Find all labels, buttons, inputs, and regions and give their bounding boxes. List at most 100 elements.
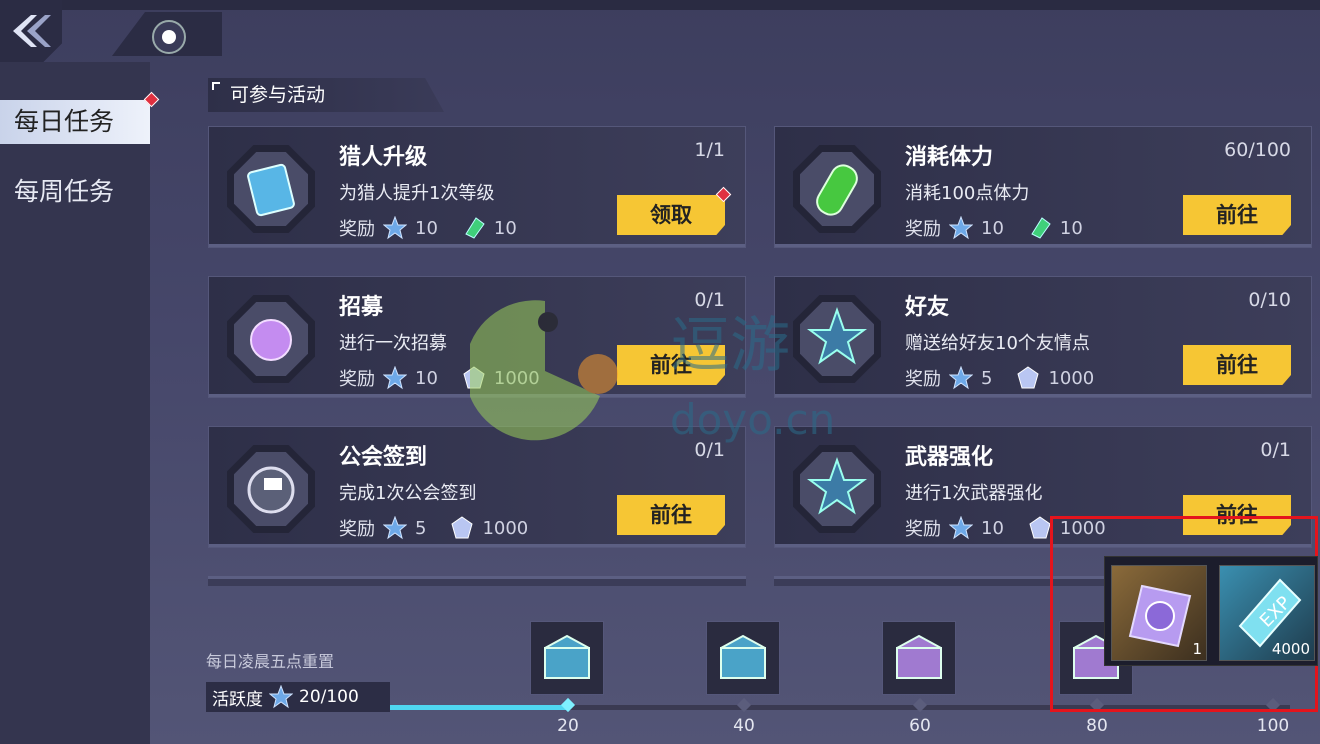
popup-item-exp[interactable]: EXP 4000: [1219, 565, 1315, 661]
reward-row: 奖励 5 1000: [339, 515, 544, 541]
stamina-potion-icon: [816, 164, 858, 216]
milestone-label: 80: [1086, 716, 1108, 736]
recruit-puzzle-icon: [250, 319, 292, 361]
task-action-button[interactable]: 前往: [1183, 195, 1291, 235]
task-icon-inner: [234, 452, 308, 526]
activity-track-fill: [390, 705, 568, 710]
task-description: 进行1次武器强化: [905, 483, 1043, 504]
task-action-button[interactable]: 领取: [617, 195, 725, 235]
task-icon-inner: [800, 152, 874, 226]
task-progress: 0/1: [1260, 439, 1291, 461]
task-card: 公会签到 0/1 完成1次公会签到 奖励 5 1000 前往: [208, 426, 746, 548]
crystal-icon: [451, 516, 474, 539]
tab-weekly-tasks[interactable]: 每周任务: [0, 170, 150, 214]
reward-value: 10: [415, 367, 438, 389]
popup-item-count: 1: [1192, 640, 1202, 658]
home-dot-icon: [162, 30, 176, 44]
tab-daily-tasks[interactable]: 每日任务: [0, 100, 150, 144]
activity-value: 20/100: [299, 687, 359, 707]
reward-chest[interactable]: [530, 621, 604, 695]
reward-row: 奖励 10 10: [905, 215, 1099, 241]
crystal-icon: [463, 366, 485, 389]
reward-value: 10: [1059, 217, 1083, 239]
reward-value: 1000: [1048, 367, 1095, 389]
task-description: 进行一次招募: [339, 333, 447, 354]
task-description: 消耗100点体力: [905, 183, 1030, 204]
task-card: 消耗体力 60/100 消耗100点体力 奖励 10 10 前往: [774, 126, 1312, 248]
task-card: 招募 0/1 进行一次招募 奖励 10 1000 前往: [208, 276, 746, 398]
task-icon-frame: [227, 295, 315, 383]
task-icon-inner: [800, 302, 874, 376]
card-partial-left: [208, 576, 746, 586]
task-progress: 0/10: [1248, 289, 1291, 311]
reward-label: 奖励: [905, 219, 941, 240]
reward-label: 奖励: [339, 519, 375, 540]
reward-value: 10: [981, 517, 1004, 539]
chest-icon: [720, 634, 766, 679]
reward-value: 10: [493, 217, 517, 239]
task-action-button[interactable]: 前往: [1183, 345, 1291, 385]
back-button[interactable]: [0, 0, 62, 62]
task-description: 赠送给好友10个友情点: [905, 333, 1090, 354]
task-progress: 0/1: [694, 289, 725, 311]
green-ticket-icon: [465, 217, 485, 239]
reward-value: 1000: [482, 517, 529, 539]
task-description: 完成1次公会签到: [339, 483, 477, 504]
sidebar: [0, 62, 150, 744]
milestone-label: 40: [733, 716, 755, 736]
task-progress: 60/100: [1224, 139, 1291, 161]
activity-star-icon: [949, 366, 973, 390]
weapon-star-icon: [807, 456, 867, 515]
reward-label: 奖励: [339, 219, 375, 240]
popup-item-ticket[interactable]: 1: [1111, 565, 1207, 661]
task-card: 好友 0/10 赠送给好友10个友情点 奖励 5 1000 前往: [774, 276, 1312, 398]
top-bar: [0, 0, 1320, 10]
hunter-book-icon: [247, 163, 295, 217]
back-arrow-icon: [13, 15, 51, 47]
crystal-icon: [1017, 366, 1040, 389]
reward-row: 奖励 10 1000: [339, 365, 556, 391]
task-icon-frame: [793, 445, 881, 533]
activity-star-icon: [949, 216, 973, 240]
task-icon-frame: [227, 445, 315, 533]
task-icon-inner: [234, 152, 308, 226]
activity-label: 活跃度: [212, 689, 263, 710]
task-title: 武器强化: [905, 445, 994, 470]
activity-star-icon: [383, 366, 407, 390]
task-description: 为猎人提升1次等级: [339, 183, 495, 204]
task-progress: 1/1: [694, 139, 725, 161]
chest-icon: [896, 634, 942, 679]
popup-item-count: 4000: [1271, 640, 1310, 658]
chest-icon: [544, 634, 590, 679]
reward-label: 奖励: [905, 369, 941, 390]
reward-chest[interactable]: [706, 621, 780, 695]
reward-chest[interactable]: [882, 621, 956, 695]
crystal-icon: [1029, 516, 1051, 539]
reward-label: 奖励: [905, 519, 941, 540]
task-icon-frame: [793, 295, 881, 383]
activity-star-icon: [383, 516, 407, 540]
activity-star-icon: [949, 516, 973, 540]
green-ticket-icon: [1031, 217, 1051, 239]
task-icon-frame: [227, 145, 315, 233]
reward-popup: 1 EXP 4000: [1104, 556, 1318, 666]
activity-star-icon: [383, 216, 407, 240]
reward-value: 10: [415, 217, 438, 239]
reward-row: 奖励 5 1000: [905, 365, 1110, 391]
reward-value: 1000: [493, 367, 540, 389]
reward-value: 5: [981, 367, 993, 389]
task-action-button[interactable]: 前往: [617, 495, 725, 535]
section-title: 可参与活动: [208, 78, 444, 112]
activity-star-icon: [269, 685, 293, 709]
task-icon-inner: [234, 302, 308, 376]
section-title-text: 可参与活动: [230, 84, 326, 106]
task-title: 公会签到: [339, 445, 428, 470]
home-button[interactable]: [152, 20, 186, 54]
task-title: 招募: [339, 295, 384, 320]
friend-star-icon: [807, 306, 867, 365]
milestone-label: 60: [909, 716, 931, 736]
reward-value: 5: [415, 517, 427, 539]
task-action-button[interactable]: 前往: [617, 345, 725, 385]
task-progress: 0/1: [694, 439, 725, 461]
task-icon-inner: [800, 452, 874, 526]
